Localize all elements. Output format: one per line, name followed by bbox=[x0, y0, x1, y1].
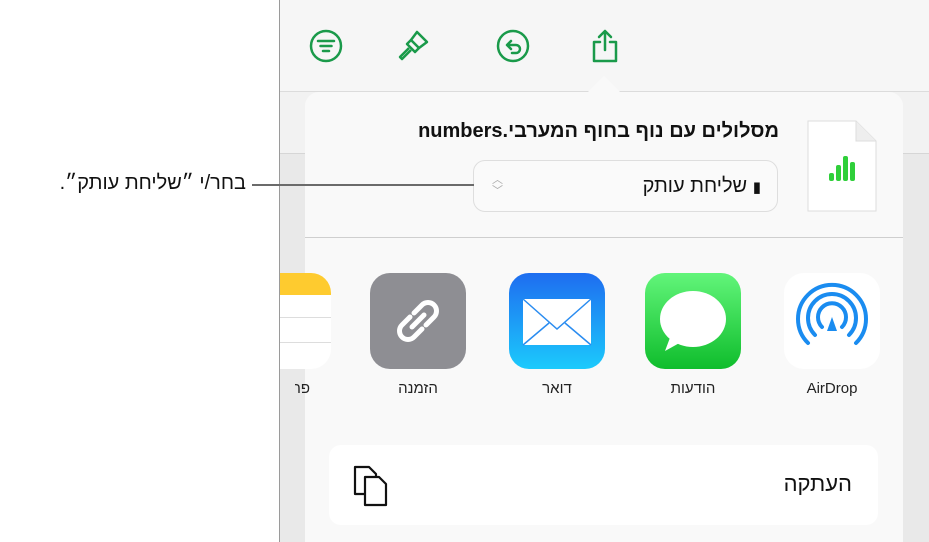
send-option-popup[interactable]: ▮ שליחת עותק ︿ ﹀ bbox=[473, 160, 778, 212]
invite-link-app-icon[interactable] bbox=[370, 273, 466, 369]
airdrop-app-icon[interactable] bbox=[784, 273, 880, 369]
notes-app-icon[interactable] bbox=[280, 273, 331, 369]
share-sheet: מסלולים עם נוף בחוף המערבי.numbers ▮ שלי… bbox=[280, 92, 903, 542]
app-screen: מסלולים עם נוף בחוף המערבי.numbers ▮ שלי… bbox=[279, 0, 929, 542]
callout-text: בחר/י ״שליחת עותק״. bbox=[59, 172, 246, 194]
divider bbox=[305, 237, 903, 238]
send-option-label: ▮ שליחת עותק bbox=[642, 175, 761, 197]
up-down-chevron-icon: ︿ ﹀ bbox=[492, 174, 503, 197]
share-icon[interactable] bbox=[587, 28, 623, 64]
format-brush-icon[interactable] bbox=[395, 28, 431, 64]
copy-action[interactable]: העתקה bbox=[329, 445, 878, 525]
document-title: מסלולים עם נוף בחוף המערבי.numbers bbox=[418, 120, 779, 142]
app-label: AirDrop bbox=[806, 380, 858, 397]
organize-icon[interactable] bbox=[308, 28, 344, 64]
app-label: דואר bbox=[542, 380, 572, 397]
app-label: פתקים bbox=[295, 380, 310, 397]
document-icon: ▮ bbox=[752, 179, 761, 196]
app-label: הזמנה bbox=[398, 380, 438, 397]
mail-app-icon[interactable] bbox=[509, 273, 605, 369]
messages-app-icon[interactable] bbox=[645, 273, 741, 369]
numbers-document-icon bbox=[807, 120, 877, 212]
copy-icon bbox=[353, 465, 388, 507]
callout-leader-line bbox=[252, 184, 474, 186]
copy-label: העתקה bbox=[783, 471, 852, 496]
undo-icon[interactable] bbox=[495, 28, 531, 64]
app-label: הודעות bbox=[670, 380, 716, 397]
